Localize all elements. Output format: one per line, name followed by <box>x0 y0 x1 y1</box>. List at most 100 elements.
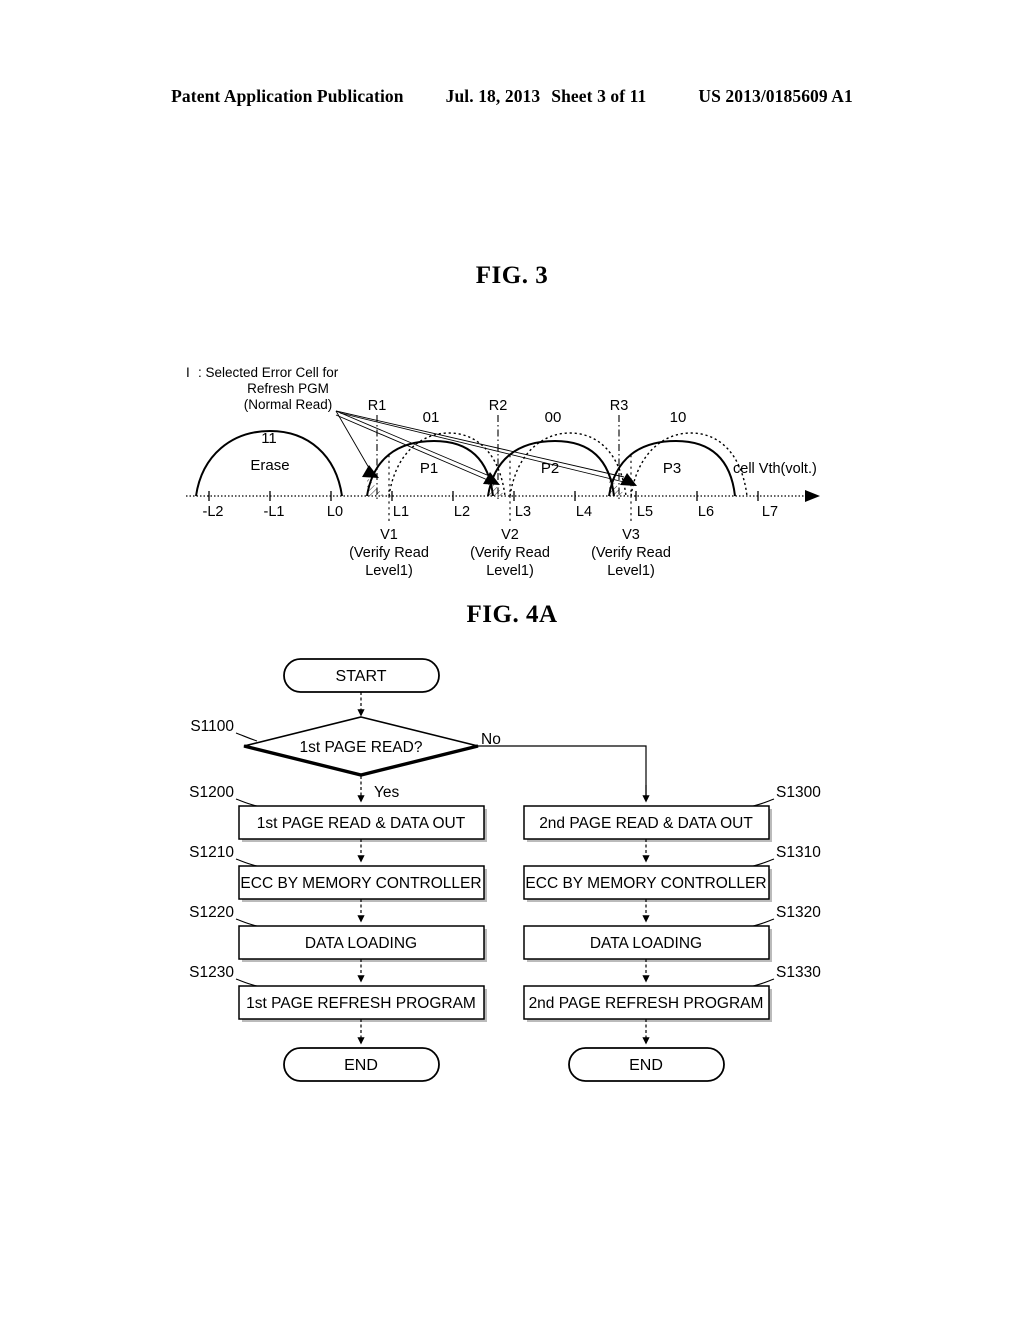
state-code-00: 00 <box>545 409 562 426</box>
tick-label-5: L3 <box>515 504 531 520</box>
error-cell-annotation-line3: (Normal Read) <box>244 397 333 412</box>
flow-node-decision-first-page-read: 1st PAGE READ? <box>243 716 479 777</box>
tick-label-0: -L2 <box>203 504 224 520</box>
state-code-11: 11 <box>261 430 277 447</box>
publication-date: Jul. 18, 2013 <box>445 86 541 106</box>
verify-level-name-v1: V1 <box>380 527 398 543</box>
step-id-s1220-label: S1220 <box>189 904 234 921</box>
flow-node-end-left: END <box>283 1047 440 1082</box>
tick-label-6: L4 <box>576 504 592 520</box>
step-id-s1220: S1220 <box>189 904 258 927</box>
fig3-x-axis-label: cell Vth(volt.) <box>733 461 817 477</box>
step-id-s1210: S1210 <box>189 844 258 867</box>
step-id-s1100-leader <box>235 732 258 742</box>
step-id-s1330: S1330 <box>752 964 821 987</box>
flow-node-s1230: 1st PAGE REFRESH PROGRAM <box>238 985 487 1022</box>
flow-node-s1220: DATA LOADING <box>238 925 487 962</box>
step-id-s1310-leader <box>752 858 775 867</box>
step-id-s1210-leader <box>235 858 258 867</box>
sheet-number: Sheet 3 of 11 <box>551 86 647 106</box>
s1330-label: 2nd PAGE REFRESH PROGRAM <box>529 995 764 1012</box>
verify-level-desc2-v1: Level1) <box>365 563 413 579</box>
tick-label-4: L2 <box>454 504 470 520</box>
step-id-s1100-label: S1100 <box>190 718 234 735</box>
fig3-read-level-labels: R1 R2 R3 <box>368 398 629 414</box>
fig3-error-cell-regions <box>367 477 626 496</box>
step-id-s1320-label: S1320 <box>776 904 821 921</box>
flow-node-s1330: 2nd PAGE REFRESH PROGRAM <box>523 985 772 1022</box>
error-cell-marker: I <box>186 365 190 380</box>
s1320-label: DATA LOADING <box>590 935 702 952</box>
step-id-s1330-label: S1330 <box>776 964 821 981</box>
fig4a-title: FIG. 4A <box>466 601 558 628</box>
distribution-label-p3: P3 <box>663 460 681 477</box>
verify-level-desc1-v3: (Verify Read <box>591 545 671 561</box>
flow-node-s1200: 1st PAGE READ & DATA OUT <box>238 805 487 842</box>
s1200-label: 1st PAGE READ & DATA OUT <box>257 815 466 832</box>
error-arrow-1 <box>362 465 379 478</box>
distribution-label-erase: Erase <box>250 457 289 474</box>
error-cell-annotation-line1: : Selected Error Cell for <box>198 365 339 380</box>
step-id-s1330-leader <box>752 978 775 987</box>
flow-node-end-right: END <box>568 1047 725 1082</box>
s1220-label: DATA LOADING <box>305 935 417 952</box>
distribution-label-p2: P2 <box>541 460 559 477</box>
end-right-label: END <box>629 1057 663 1074</box>
fig3-error-cell-annotation: I : Selected Error Cell for Refresh PGM … <box>186 365 339 412</box>
step-id-s1230-leader <box>235 978 258 987</box>
step-id-s1210-label: S1210 <box>189 844 234 861</box>
flow-node-s1210: ECC BY MEMORY CONTROLLER <box>238 865 487 902</box>
step-id-s1200-leader <box>235 798 258 807</box>
patent-number: US 2013/0185609 A1 <box>698 86 853 106</box>
start-label: START <box>336 668 387 685</box>
fig3-threshold-voltage-distribution-chart: Programmed State Present State I : Selec… <box>0 305 1024 590</box>
tick-label-2: L0 <box>327 504 343 520</box>
step-id-s1300-leader <box>752 798 775 807</box>
distribution-label-p1: P1 <box>420 460 438 477</box>
fig3-title: FIG. 3 <box>475 262 549 289</box>
step-id-s1320-leader <box>752 918 775 927</box>
decision-label: 1st PAGE READ? <box>300 739 423 756</box>
verify-level-name-v3: V3 <box>622 527 640 543</box>
tick-label-9: L7 <box>762 504 778 520</box>
step-id-s1100: S1100 <box>190 718 258 742</box>
read-level-label-r3: R3 <box>610 398 629 414</box>
state-code-10: 10 <box>670 409 687 426</box>
tick-label-7: L5 <box>637 504 653 520</box>
tick-label-8: L6 <box>698 504 714 520</box>
fig3-state-codes: 11 01 00 10 <box>261 409 686 447</box>
step-id-s1310-label: S1310 <box>776 844 821 861</box>
flow-node-start: START <box>283 658 440 693</box>
page-header: Patent Application Publication Jul. 18, … <box>0 86 1024 112</box>
error-cell-annotation-line2: Refresh PGM <box>247 381 329 396</box>
x-axis-arrowhead <box>805 490 820 502</box>
read-level-label-r2: R2 <box>489 398 508 414</box>
flow-node-s1320: DATA LOADING <box>523 925 772 962</box>
step-id-s1200: S1200 <box>189 784 258 807</box>
fig3-verify-level-labels: V1 (Verify Read Level1) V2 (Verify Read … <box>349 527 671 579</box>
error-region-1 <box>367 477 384 496</box>
verify-level-name-v2: V2 <box>501 527 519 543</box>
fig3-tick-labels: -L2 -L1 L0 L1 L2 L3 L4 L5 L6 L7 <box>203 504 779 520</box>
s1300-label: 2nd PAGE READ & DATA OUT <box>539 815 753 832</box>
flow-node-s1300: 2nd PAGE READ & DATA OUT <box>523 805 772 842</box>
s1310-label: ECC BY MEMORY CONTROLLER <box>525 875 766 892</box>
tick-label-3: L1 <box>393 504 409 520</box>
connector-no-branch <box>478 745 647 797</box>
state-code-01: 01 <box>423 409 440 426</box>
step-id-s1230: S1230 <box>189 964 258 987</box>
read-level-label-r1: R1 <box>368 398 387 414</box>
fig4a-flowchart: START 1st PAGE READ? S1100 Yes No 1st PA… <box>0 645 1024 1105</box>
decision-yes-label: Yes <box>374 784 400 801</box>
step-id-s1230-label: S1230 <box>189 964 234 981</box>
end-left-label: END <box>344 1057 378 1074</box>
step-id-s1320: S1320 <box>752 904 821 927</box>
verify-level-desc1-v1: (Verify Read <box>349 545 429 561</box>
step-id-s1200-label: S1200 <box>189 784 234 801</box>
verify-level-desc2-v2: Level1) <box>486 563 534 579</box>
tick-label-1: -L1 <box>264 504 285 520</box>
step-id-s1220-leader <box>235 918 258 927</box>
flow-node-s1310: ECC BY MEMORY CONTROLLER <box>523 865 772 902</box>
s1210-label: ECC BY MEMORY CONTROLLER <box>240 875 481 892</box>
step-id-s1300-label: S1300 <box>776 784 821 801</box>
